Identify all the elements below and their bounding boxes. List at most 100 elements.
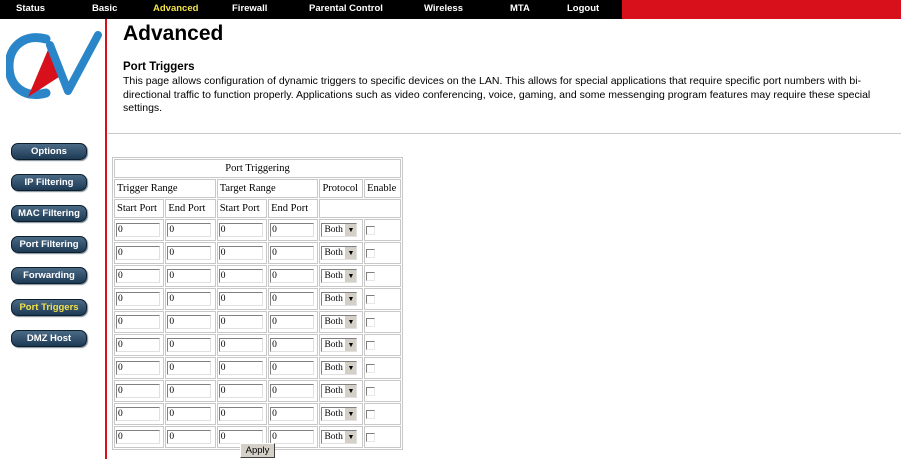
nav-item-logout[interactable]: Logout	[567, 0, 599, 19]
trigger-end-port-input[interactable]	[167, 338, 212, 352]
enable-checkbox[interactable]	[366, 225, 376, 235]
sidebar-item-mac-filtering[interactable]: MAC Filtering	[11, 205, 87, 222]
nav-item-status[interactable]: Status	[16, 0, 45, 19]
sidebar-item-port-triggers[interactable]: Port Triggers	[11, 299, 87, 316]
table-cell	[216, 219, 268, 241]
header-target-start-port: Start Port	[216, 199, 268, 218]
trigger-end-port-input[interactable]	[167, 292, 212, 306]
target-start-port-input[interactable]	[218, 315, 263, 329]
protocol-select[interactable]: Both ▼	[321, 315, 358, 329]
trigger-start-port-input[interactable]	[116, 223, 160, 237]
trigger-end-port-input[interactable]	[167, 407, 212, 421]
table-row: Both▼	[114, 288, 401, 310]
sidebar-divider	[105, 19, 107, 459]
target-start-port-input[interactable]	[218, 338, 263, 352]
chevron-down-icon: ▼	[344, 408, 357, 420]
enable-checkbox[interactable]	[366, 363, 376, 373]
target-start-port-input[interactable]	[218, 384, 263, 398]
protocol-select[interactable]: Both ▼	[321, 269, 358, 283]
enable-checkbox[interactable]	[366, 294, 376, 304]
trigger-start-port-input[interactable]	[116, 384, 160, 398]
target-start-port-input[interactable]	[218, 246, 263, 260]
table-cell	[364, 288, 401, 310]
enable-checkbox[interactable]	[366, 340, 376, 350]
target-end-port-input[interactable]	[270, 223, 315, 237]
apply-button[interactable]: Apply	[240, 443, 275, 458]
protocol-select[interactable]: Both ▼	[321, 223, 358, 237]
enable-checkbox[interactable]	[366, 271, 376, 281]
trigger-start-port-input[interactable]	[116, 315, 160, 329]
table-cell	[268, 242, 319, 264]
protocol-select[interactable]: Both ▼	[321, 292, 358, 306]
enable-checkbox[interactable]	[366, 409, 376, 419]
enable-checkbox[interactable]	[366, 432, 376, 442]
table-cell	[114, 311, 165, 333]
trigger-end-port-input[interactable]	[167, 246, 212, 260]
table-cell	[165, 403, 216, 425]
target-start-port-input[interactable]	[218, 430, 263, 444]
trigger-start-port-input[interactable]	[116, 292, 160, 306]
table-cell	[268, 265, 319, 287]
table-cell	[216, 288, 268, 310]
target-end-port-input[interactable]	[270, 407, 315, 421]
target-end-port-input[interactable]	[270, 292, 315, 306]
enable-checkbox[interactable]	[366, 248, 376, 258]
sidebar-item-ip-filtering[interactable]: IP Filtering	[11, 174, 87, 191]
protocol-select[interactable]: Both ▼	[321, 430, 358, 444]
target-end-port-input[interactable]	[270, 384, 315, 398]
sidebar-item-dmz-host[interactable]: DMZ Host	[11, 330, 87, 347]
chevron-down-icon: ▼	[344, 385, 357, 397]
nav-item-firewall[interactable]: Firewall	[232, 0, 267, 19]
target-start-port-input[interactable]	[218, 223, 263, 237]
table-cell: Both ▼	[319, 357, 364, 379]
trigger-end-port-input[interactable]	[167, 223, 212, 237]
protocol-select[interactable]: Both ▼	[321, 384, 358, 398]
target-end-port-input[interactable]	[270, 430, 315, 444]
trigger-start-port-input[interactable]	[116, 430, 160, 444]
target-end-port-input[interactable]	[270, 269, 315, 283]
trigger-start-port-input[interactable]	[116, 246, 160, 260]
protocol-value: Both	[324, 386, 343, 396]
table-cell	[216, 403, 268, 425]
nav-item-wireless[interactable]: Wireless	[424, 0, 463, 19]
nav-item-basic[interactable]: Basic	[92, 0, 117, 19]
target-end-port-input[interactable]	[270, 361, 315, 375]
protocol-value: Both	[324, 225, 343, 235]
trigger-end-port-input[interactable]	[167, 315, 212, 329]
nav-item-advanced[interactable]: Advanced	[153, 0, 198, 19]
target-start-port-input[interactable]	[218, 269, 263, 283]
trigger-start-port-input[interactable]	[116, 338, 160, 352]
sidebar-item-forwarding[interactable]: Forwarding	[11, 267, 87, 284]
protocol-value: Both	[324, 432, 343, 442]
protocol-select[interactable]: Both ▼	[321, 338, 358, 352]
target-start-port-input[interactable]	[218, 407, 263, 421]
target-end-port-input[interactable]	[270, 315, 315, 329]
trigger-end-port-input[interactable]	[167, 361, 212, 375]
trigger-end-port-input[interactable]	[167, 384, 212, 398]
table-cell	[165, 426, 216, 448]
table-cell	[364, 265, 401, 287]
protocol-select[interactable]: Both ▼	[321, 407, 358, 421]
target-end-port-input[interactable]	[270, 246, 315, 260]
target-start-port-input[interactable]	[218, 361, 263, 375]
header-target-range: Target Range	[216, 179, 319, 198]
trigger-start-port-input[interactable]	[116, 361, 160, 375]
chevron-down-icon: ▼	[344, 339, 357, 351]
target-start-port-input[interactable]	[218, 292, 263, 306]
table-cell	[114, 334, 165, 356]
protocol-select[interactable]: Both ▼	[321, 361, 358, 375]
trigger-start-port-input[interactable]	[116, 269, 160, 283]
protocol-select[interactable]: Both ▼	[321, 246, 358, 260]
sidebar-item-options[interactable]: Options	[11, 143, 87, 160]
trigger-end-port-input[interactable]	[167, 269, 212, 283]
nav-item-mta[interactable]: MTA	[510, 0, 530, 19]
nav-item-parental-control[interactable]: Parental Control	[309, 0, 383, 19]
table-cell: Both ▼	[319, 380, 364, 402]
port-triggering-table: Port Triggering Trigger Range Target Ran…	[112, 157, 403, 450]
trigger-end-port-input[interactable]	[167, 430, 212, 444]
sidebar-item-port-filtering[interactable]: Port Filtering	[11, 236, 87, 253]
trigger-start-port-input[interactable]	[116, 407, 160, 421]
enable-checkbox[interactable]	[366, 317, 376, 327]
enable-checkbox[interactable]	[366, 386, 376, 396]
target-end-port-input[interactable]	[270, 338, 315, 352]
